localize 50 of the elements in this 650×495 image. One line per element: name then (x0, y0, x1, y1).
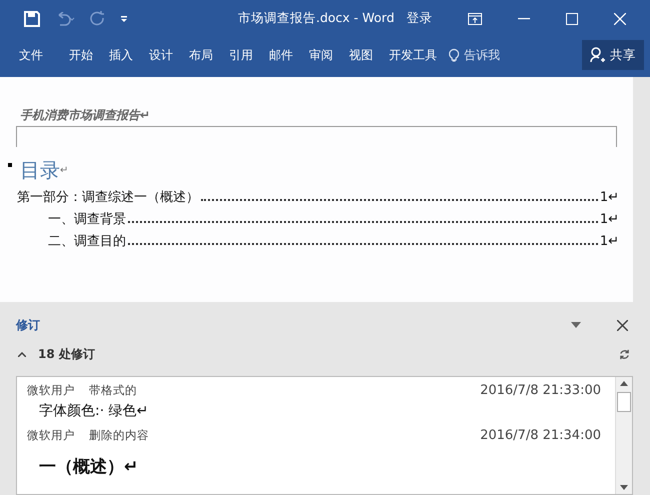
window-title: 市场调查报告.docx - Word (238, 10, 394, 27)
revision-time: 2016/7/8 21:33:00 (480, 383, 601, 398)
ribbon-display-icon[interactable] (468, 12, 482, 24)
customize-caret-icon[interactable] (120, 14, 128, 22)
dropdown-caret-icon[interactable] (571, 322, 581, 328)
pane-title: 修订 (16, 316, 41, 334)
redo-icon[interactable] (90, 10, 106, 26)
toc-entry[interactable]: 一、调查背景 (48, 210, 126, 228)
ribbon-tab[interactable]: 文件 (19, 46, 43, 64)
ribbon-tab[interactable]: 视图 (349, 46, 373, 64)
revision-count: 18 处修订 (38, 346, 96, 362)
revision-type: 带格式的 (89, 383, 138, 398)
scroll-down-icon[interactable] (620, 485, 628, 490)
toc-page-number: 1↵ (600, 212, 619, 227)
close-icon[interactable] (617, 320, 628, 330)
scrollbar[interactable] (615, 377, 632, 494)
ribbon-tab[interactable]: 设计 (149, 46, 173, 64)
refresh-icon[interactable] (619, 348, 630, 360)
ribbon-tab[interactable]: 开始 (69, 46, 93, 64)
save-icon[interactable] (24, 10, 40, 26)
toc-page-number: 1↵ (600, 190, 619, 205)
collapse-chevron-icon[interactable] (18, 352, 26, 356)
maximize-icon[interactable] (566, 12, 578, 24)
scroll-thumb[interactable] (617, 392, 631, 412)
share-button[interactable]: 共享 (582, 40, 644, 70)
ribbon-tab[interactable]: 审阅 (309, 46, 333, 64)
person-add-icon (590, 47, 606, 63)
revision-time: 2016/7/8 21:34:00 (480, 428, 601, 443)
tell-me-field[interactable]: 告诉我 (464, 46, 500, 64)
revision-type: 删除的内容 (89, 428, 150, 443)
ribbon-tab[interactable]: 开发工具 (389, 46, 437, 64)
toc-heading: 目录 (20, 157, 60, 184)
sign-in-link[interactable]: 登录 (406, 10, 432, 27)
toc-page-number: 1↵ (600, 234, 619, 249)
revision-content[interactable]: 一（概述）↵ (39, 455, 601, 478)
ribbon-tab[interactable]: 插入 (109, 46, 133, 64)
paragraph-mark: ↵ (60, 165, 68, 176)
revision-author: 微软用户 (27, 428, 75, 443)
paragraph-marker-icon (8, 163, 12, 167)
lightbulb-icon (449, 48, 459, 62)
ribbon-tab[interactable]: 布局 (189, 46, 213, 64)
minimize-icon[interactable] (518, 18, 530, 20)
revision-author: 微软用户 (27, 383, 75, 398)
ribbon-tab[interactable]: 邮件 (269, 46, 293, 64)
toc-entry[interactable]: 二、调查目的 (48, 232, 126, 250)
ribbon-tab[interactable]: 引用 (229, 46, 253, 64)
toc-entry[interactable]: 第一部分：调查综述一（概述） (17, 188, 199, 206)
revision-content[interactable]: 字体颜色:· 绿色↵ (39, 402, 601, 420)
scroll-up-icon[interactable] (620, 381, 628, 386)
page-header-text: 手机消费市场调查报告↵ (20, 107, 152, 124)
